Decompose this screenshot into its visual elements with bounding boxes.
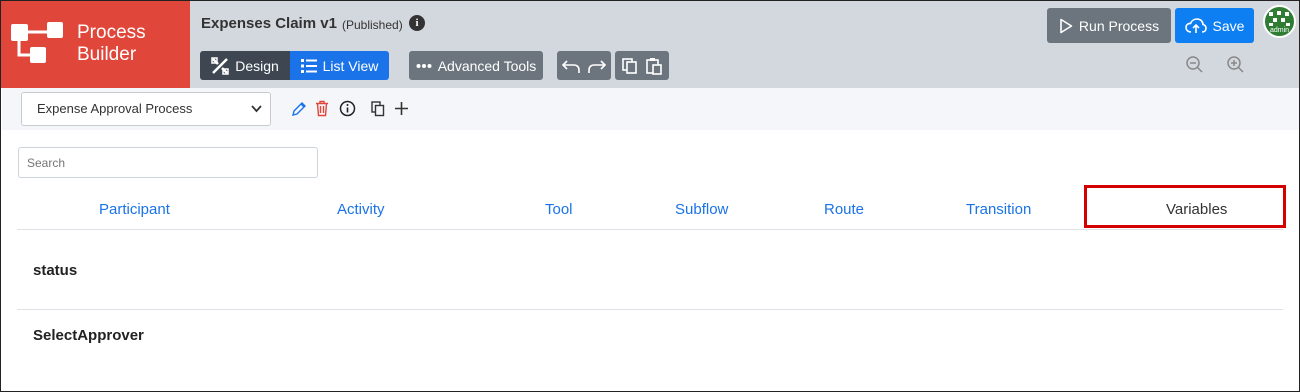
variable-item[interactable]: status — [33, 262, 77, 279]
variable-item[interactable]: SelectApprover — [33, 327, 144, 344]
info-icon[interactable]: i — [409, 15, 425, 31]
undo-redo-group — [557, 51, 611, 80]
list-view-button-label: List View — [322, 57, 379, 74]
undo-icon[interactable] — [561, 58, 581, 74]
process-select[interactable]: Expense Approval Process — [21, 92, 271, 126]
user-avatar[interactable]: admin — [1263, 5, 1296, 38]
avatar-label: admin — [1269, 27, 1290, 34]
edit-icon[interactable] — [291, 100, 307, 117]
tab-tool[interactable]: Tool — [545, 201, 573, 218]
design-button-label: Design — [235, 57, 279, 74]
chevron-down-icon — [251, 105, 262, 113]
add-icon[interactable] — [394, 100, 409, 117]
info-circle-icon[interactable] — [339, 100, 356, 117]
save-button[interactable]: Save — [1175, 8, 1254, 43]
cloud-upload-icon — [1184, 17, 1207, 33]
logo-line-1: Process — [77, 22, 146, 43]
tab-subflow[interactable]: Subflow — [675, 201, 728, 218]
zoom-in-icon[interactable] — [1225, 55, 1245, 75]
app-window: Process Builder Expenses Claim v1 (Publi… — [0, 0, 1300, 392]
process-builder-logo-icon — [11, 22, 63, 63]
save-label: Save — [1212, 17, 1245, 34]
copy-icon[interactable] — [621, 57, 639, 75]
status-badge: (Published) — [342, 18, 403, 32]
app-logo[interactable]: Process Builder — [1, 1, 190, 88]
list-divider — [17, 309, 1283, 310]
advanced-tools-button[interactable]: Advanced Tools — [409, 51, 543, 80]
logo-line-2: Builder — [77, 44, 137, 65]
tab-route[interactable]: Route — [824, 201, 864, 218]
search-input[interactable] — [18, 147, 318, 178]
paste-icon[interactable] — [645, 57, 663, 75]
list-view-button[interactable]: List View — [290, 51, 389, 80]
design-tools-icon — [211, 56, 229, 75]
app-logo-text: Process Builder — [77, 22, 146, 66]
list-icon — [300, 58, 317, 73]
copy-paste-group — [615, 51, 669, 80]
run-process-label: Run Process — [1078, 17, 1160, 34]
tab-transition[interactable]: Transition — [966, 201, 1031, 218]
advanced-tools-label: Advanced Tools — [437, 57, 537, 74]
process-select-value: Expense Approval Process — [37, 101, 193, 116]
process-title: Expenses Claim v1 — [201, 15, 337, 32]
play-icon — [1060, 18, 1073, 33]
run-process-button[interactable]: Run Process — [1047, 8, 1171, 43]
design-button[interactable]: Design — [200, 51, 290, 80]
zoom-out-icon[interactable] — [1184, 55, 1204, 75]
trash-icon[interactable] — [315, 100, 329, 117]
tab-activity[interactable]: Activity — [337, 201, 385, 218]
ellipsis-icon — [416, 63, 432, 68]
redo-icon[interactable] — [587, 58, 607, 74]
tabs-divider — [17, 229, 1283, 230]
duplicate-icon[interactable] — [370, 100, 386, 117]
variables-tab-highlight — [1084, 185, 1286, 228]
tab-participant[interactable]: Participant — [99, 201, 170, 218]
